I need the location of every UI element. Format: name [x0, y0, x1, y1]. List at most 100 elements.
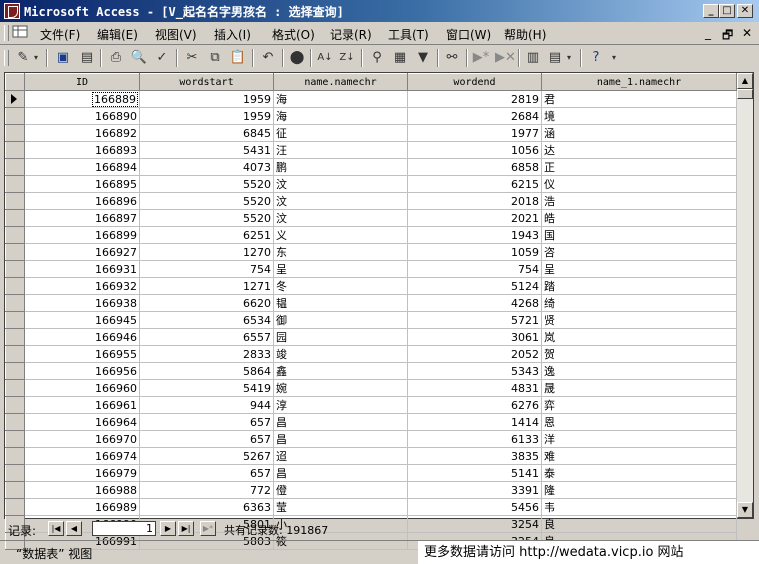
table-cell[interactable]: 鹏 [273, 158, 408, 176]
table-cell[interactable]: 166974 [24, 447, 140, 465]
table-cell[interactable]: 莹 [273, 498, 408, 516]
row-selector[interactable] [5, 209, 25, 227]
table-cell[interactable]: 166892 [24, 124, 140, 142]
row-selector[interactable] [5, 396, 25, 414]
print-preview-setup-icon[interactable]: ▤ [78, 49, 96, 67]
table-cell[interactable]: 昌 [273, 464, 408, 482]
row-selector[interactable] [5, 192, 25, 210]
table-cell[interactable]: 166989 [24, 498, 140, 516]
row-selector[interactable] [5, 430, 25, 448]
doc-minimize-button[interactable]: _ [705, 26, 711, 40]
table-cell[interactable]: 5267 [139, 447, 274, 465]
table-cell[interactable]: 涵 [541, 124, 737, 142]
table-cell[interactable]: 恩 [541, 413, 737, 431]
table-cell[interactable]: 呈 [541, 260, 737, 278]
table-cell[interactable]: 166945 [24, 311, 140, 329]
table-cell[interactable]: 166970 [24, 430, 140, 448]
table-cell[interactable]: 境 [541, 107, 737, 125]
table-cell[interactable]: 晟 [541, 379, 737, 397]
table-row[interactable]: 166961 944 淳 6276 弈 [5, 396, 737, 414]
table-row[interactable]: 166890 1959 海 2684 境 [5, 107, 737, 125]
table-row[interactable]: 166956 5864 鑫 5343 逸 [5, 362, 737, 380]
row-selector[interactable] [5, 481, 25, 499]
table-row[interactable]: 166979 657 昌 5141 泰 [5, 464, 737, 482]
table-cell[interactable]: 166979 [24, 464, 140, 482]
table-cell[interactable]: 5124 [407, 277, 542, 295]
table-cell[interactable]: 婉 [273, 379, 408, 397]
table-row[interactable]: 166938 6620 韫 4268 绮 [5, 294, 737, 312]
scroll-down-icon[interactable]: ▼ [737, 502, 753, 518]
menu-file[interactable]: 文件(F) [40, 26, 80, 43]
table-row[interactable]: 166899 6251 义 1943 国 [5, 226, 737, 244]
table-cell[interactable]: 5864 [139, 362, 274, 380]
table-cell[interactable]: 6215 [407, 175, 542, 193]
table-cell[interactable]: 国 [541, 226, 737, 244]
table-cell[interactable]: 5431 [139, 141, 274, 159]
table-cell[interactable]: 166931 [24, 260, 140, 278]
table-cell[interactable]: 5456 [407, 498, 542, 516]
table-cell[interactable]: 6133 [407, 430, 542, 448]
table-cell[interactable]: 657 [139, 413, 274, 431]
minimize-button[interactable]: _ [703, 4, 719, 18]
save-icon[interactable]: ▣ [54, 49, 72, 67]
table-cell[interactable]: 6276 [407, 396, 542, 414]
table-cell[interactable]: 1959 [139, 90, 274, 108]
new-record-button[interactable]: ▶* [200, 521, 216, 536]
table-cell[interactable]: 逸 [541, 362, 737, 380]
query-icon[interactable] [12, 24, 30, 40]
table-cell[interactable]: 呈 [273, 260, 408, 278]
close-button[interactable]: ✕ [737, 4, 753, 18]
row-selector[interactable] [5, 277, 25, 295]
next-record-button[interactable]: ▶ [160, 521, 176, 536]
table-row[interactable]: 166974 5267 迢 3835 难 [5, 447, 737, 465]
table-cell[interactable]: 754 [139, 260, 274, 278]
find-icon[interactable]: ⚯ [443, 49, 461, 67]
table-cell[interactable]: 昌 [273, 413, 408, 431]
cut-icon[interactable]: ✂ [183, 49, 201, 67]
row-selector[interactable] [5, 328, 25, 346]
table-cell[interactable]: 4073 [139, 158, 274, 176]
view-dropdown-icon[interactable]: ▾ [32, 49, 40, 67]
row-selector[interactable] [5, 175, 25, 193]
table-cell[interactable]: 166932 [24, 277, 140, 295]
column-header[interactable]: wordstart [139, 73, 274, 91]
row-selector[interactable] [5, 464, 25, 482]
table-cell[interactable]: 5141 [407, 464, 542, 482]
table-cell[interactable]: 1943 [407, 226, 542, 244]
row-selector[interactable] [5, 379, 25, 397]
table-cell[interactable]: 166896 [24, 192, 140, 210]
table-cell[interactable]: 贤 [541, 311, 737, 329]
table-cell[interactable]: 657 [139, 430, 274, 448]
table-cell[interactable]: 944 [139, 396, 274, 414]
row-selector[interactable] [5, 107, 25, 125]
row-selector[interactable] [5, 158, 25, 176]
column-header[interactable]: name_1.namechr [541, 73, 737, 91]
table-cell[interactable]: 657 [139, 464, 274, 482]
menu-insert[interactable]: 插入(I) [214, 26, 251, 43]
table-cell[interactable]: 汪 [273, 141, 408, 159]
table-cell[interactable]: 166899 [24, 226, 140, 244]
table-cell[interactable]: 5520 [139, 209, 274, 227]
table-cell[interactable]: 韫 [273, 294, 408, 312]
table-cell[interactable]: 5343 [407, 362, 542, 380]
table-cell[interactable]: 2819 [407, 90, 542, 108]
table-cell[interactable]: 166960 [24, 379, 140, 397]
menu-tools[interactable]: 工具(T) [388, 26, 429, 43]
table-row[interactable]: 166892 6845 征 1977 涵 [5, 124, 737, 142]
hyperlink-icon[interactable]: ⬤ [288, 49, 306, 67]
table-cell[interactable]: 御 [273, 311, 408, 329]
table-cell[interactable]: 征 [273, 124, 408, 142]
table-cell[interactable]: 166894 [24, 158, 140, 176]
row-selector[interactable] [5, 413, 25, 431]
help-icon[interactable]: ? [587, 49, 605, 67]
table-cell[interactable]: 汶 [273, 192, 408, 210]
menu-format[interactable]: 格式(O) [272, 26, 315, 43]
menu-help[interactable]: 帮助(H) [504, 26, 546, 43]
table-cell[interactable]: 2021 [407, 209, 542, 227]
copy-icon[interactable]: ⧉ [206, 49, 224, 67]
table-cell[interactable]: 754 [407, 260, 542, 278]
menu-view[interactable]: 视图(V) [155, 26, 197, 43]
table-cell[interactable]: 园 [273, 328, 408, 346]
filter-by-form-icon[interactable]: ▦ [391, 49, 409, 67]
sort-ascending-icon[interactable]: A↓ [316, 49, 334, 67]
